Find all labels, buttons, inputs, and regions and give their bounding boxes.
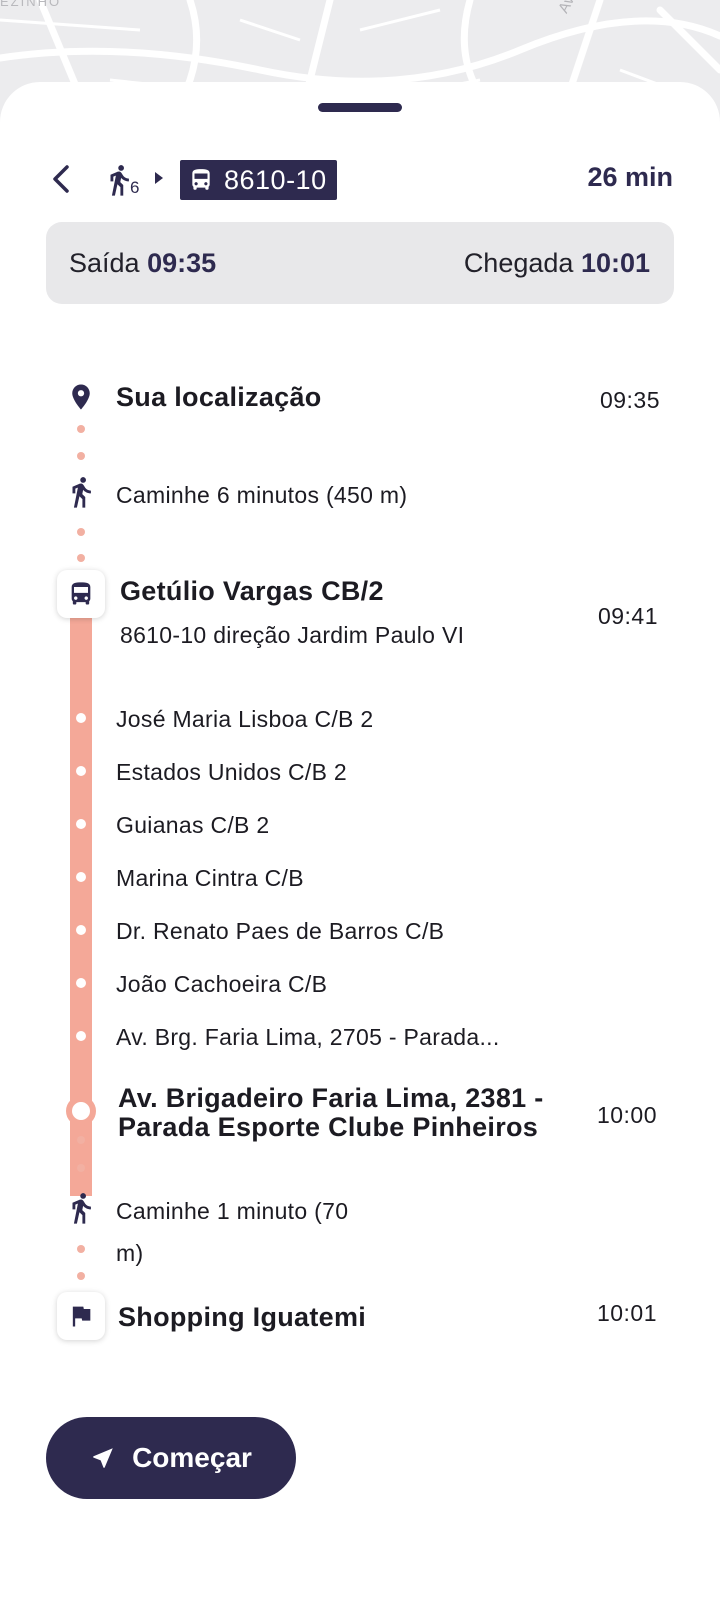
route-code: 8610-10 xyxy=(224,164,327,195)
stop-name: João Cachoeira C/B xyxy=(116,971,328,997)
origin-name: Sua localização xyxy=(116,382,322,412)
arrival: Chegada 10:01 xyxy=(464,248,650,279)
stop-name: José Maria Lisboa C/B 2 xyxy=(116,706,374,732)
departure: Saída 09:35 xyxy=(69,248,216,279)
boarding-time: 09:41 xyxy=(597,603,658,629)
boarding-stop-name: Getúlio Vargas CB/2 xyxy=(120,576,384,606)
alight-stop-line2: Parada Esporte Clube Pinheiros xyxy=(118,1112,539,1142)
arrival-time: 10:01 xyxy=(580,247,650,278)
destination-badge xyxy=(57,1292,105,1340)
destination-time: 10:01 xyxy=(596,1300,657,1326)
start-navigation-button[interactable]: Começar xyxy=(46,1417,296,1499)
route-direction: 8610-10 direção Jardim Paulo VI xyxy=(120,622,465,648)
back-arrow-icon[interactable] xyxy=(46,162,76,196)
path-dot xyxy=(77,1136,85,1144)
alight-time: 10:00 xyxy=(596,1102,657,1128)
stop-dot xyxy=(76,1031,86,1041)
walk-icon xyxy=(72,1193,91,1224)
times-summary: Saída 09:35 Chegada 10:01 xyxy=(46,222,674,304)
navigation-arrow-icon xyxy=(93,1448,113,1468)
stop-name: Av. Brg. Faria Lima, 2705 - Parada... xyxy=(116,1024,500,1050)
location-pin-icon xyxy=(72,384,90,410)
path-dot xyxy=(77,528,85,536)
arrival-label: Chegada xyxy=(463,247,574,278)
path-dot xyxy=(77,1272,85,1280)
stop-name: Estados Unidos C/B 2 xyxy=(116,759,348,785)
departure-label: Saída xyxy=(69,247,140,278)
stop-dot xyxy=(76,872,86,882)
walk-step-line2: m) xyxy=(116,1240,144,1266)
stop-dot xyxy=(76,766,86,776)
stop-dot xyxy=(76,713,86,723)
start-button-label: Começar xyxy=(132,1442,252,1473)
walk-icon xyxy=(72,477,91,508)
path-dot xyxy=(77,1245,85,1253)
bus-icon xyxy=(192,169,210,190)
route-badge: 8610-10 xyxy=(180,160,337,200)
path-dot xyxy=(77,425,85,433)
stop-name: Marina Cintra C/B xyxy=(116,865,304,891)
route-details-sheet: 6 8610-10 26 min Saída 09:35 Chegada 10:… xyxy=(0,82,720,1600)
stop-dot xyxy=(76,925,86,935)
alight-stop-line1: Av. Brigadeiro Faria Lima, 2381 - xyxy=(118,1083,544,1113)
walk-step-line1: Caminhe 1 minuto (70 xyxy=(116,1198,349,1224)
departure-time: 09:35 xyxy=(147,247,217,278)
path-dot xyxy=(77,452,85,460)
bus-icon xyxy=(71,582,91,605)
bus-stop-badge xyxy=(57,570,105,618)
stop-name: Guianas C/B 2 xyxy=(116,812,270,838)
stop-name: Dr. Renato Paes de Barros C/B xyxy=(116,918,445,944)
alight-stop-marker xyxy=(66,1096,96,1126)
stop-dot xyxy=(76,819,86,829)
walk-step-text: Caminhe 6 minutos (450 m) xyxy=(116,482,408,508)
walk-minutes-badge: 6 xyxy=(130,178,140,197)
trip-duration: 26 min xyxy=(587,162,673,192)
flag-icon xyxy=(72,1306,91,1327)
stop-dot xyxy=(76,978,86,988)
drag-handle[interactable] xyxy=(318,103,402,112)
map-place-label: EZINHO xyxy=(0,0,62,9)
destination-name: Shopping Iguatemi xyxy=(118,1302,367,1332)
origin-time: 09:35 xyxy=(599,387,660,413)
path-dot xyxy=(77,554,85,562)
path-dot xyxy=(77,1164,85,1172)
chevron-right-icon xyxy=(155,172,163,184)
